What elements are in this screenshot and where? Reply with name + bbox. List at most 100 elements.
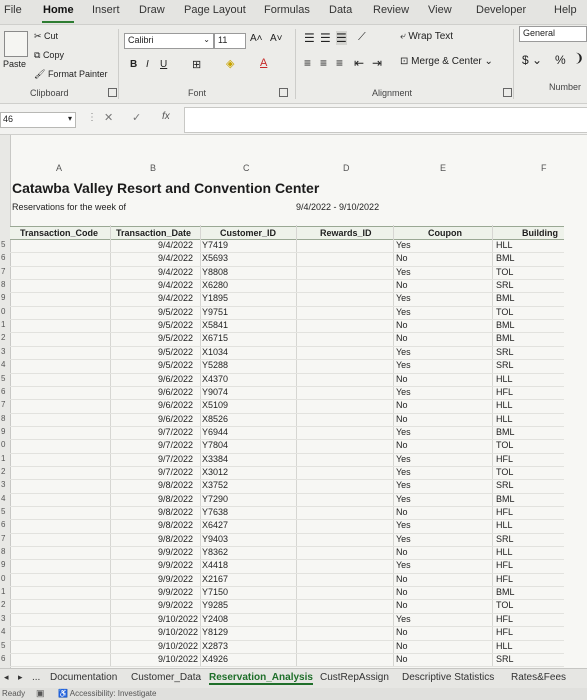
cell-transaction-date[interactable]: 9/4/2022	[158, 280, 193, 290]
cell-customer-id[interactable]: Y7419	[202, 240, 228, 250]
cell-transaction-date[interactable]: 9/6/2022	[158, 400, 193, 410]
cell-transaction-date[interactable]: 9/4/2022	[158, 293, 193, 303]
cell-coupon[interactable]: Yes	[396, 454, 411, 464]
cell-coupon[interactable]: No	[396, 414, 408, 424]
row-number[interactable]: 6	[1, 387, 5, 396]
cell-customer-id[interactable]: X6427	[202, 520, 228, 530]
row-number[interactable]: 1	[1, 454, 5, 463]
header-rewards-id[interactable]: Rewards_ID	[320, 228, 372, 238]
tab-reservation-analysis[interactable]: Reservation_Analysis	[209, 672, 313, 685]
cell-customer-id[interactable]: X2167	[202, 574, 228, 584]
cell-building[interactable]: HLL	[496, 414, 513, 424]
align-middle-icon[interactable]: ☰	[320, 31, 331, 45]
row-number[interactable]: 8	[1, 414, 5, 423]
cell-coupon[interactable]: No	[396, 641, 408, 651]
cell-building[interactable]: TOL	[496, 600, 513, 610]
fill-color-icon[interactable]: ◈	[226, 57, 234, 70]
menu-file[interactable]: File	[4, 4, 22, 16]
cell-customer-id[interactable]: Y7290	[202, 494, 228, 504]
bold-icon[interactable]: B	[130, 59, 137, 70]
row-number[interactable]: 2	[1, 600, 5, 609]
underline-icon[interactable]: U	[160, 59, 167, 70]
cell-building[interactable]: TOL	[496, 440, 513, 450]
row-number[interactable]: 0	[1, 440, 5, 449]
cell-coupon[interactable]: Yes	[396, 494, 411, 504]
cell-customer-id[interactable]: Y8362	[202, 547, 228, 557]
cell-customer-id[interactable]: X6715	[202, 333, 228, 343]
cell-building[interactable]: TOL	[496, 267, 513, 277]
cell-coupon[interactable]: No	[396, 587, 408, 597]
sheet-title[interactable]: Catawba Valley Resort and Convention Cen…	[12, 180, 319, 196]
cell-transaction-date[interactable]: 9/10/2022	[158, 641, 198, 651]
menu-view[interactable]: View	[428, 4, 452, 16]
tab-scroll-left-icon[interactable]: ◂	[4, 672, 9, 683]
font-name-select[interactable]: Calibri ⌄	[124, 33, 214, 49]
tab-descriptive-statistics[interactable]: Descriptive Statistics	[402, 672, 494, 683]
menu-draw[interactable]: Draw	[139, 4, 165, 16]
cell-transaction-date[interactable]: 9/7/2022	[158, 427, 193, 437]
cell-customer-id[interactable]: Y8808	[202, 267, 228, 277]
italic-icon[interactable]: I	[146, 59, 149, 70]
cell-customer-id[interactable]: Y9285	[202, 600, 228, 610]
function-icon[interactable]: fx	[162, 111, 170, 122]
row-number[interactable]: 3	[1, 480, 5, 489]
cell-building[interactable]: SRL	[496, 654, 514, 664]
row-number[interactable]: 3	[1, 347, 5, 356]
cell-customer-id[interactable]: Y2408	[202, 614, 228, 624]
cell-customer-id[interactable]: Y9074	[202, 387, 228, 397]
clipboard-launcher-icon[interactable]	[108, 88, 117, 97]
menu-home[interactable]: Home	[43, 4, 74, 16]
cell-transaction-date[interactable]: 9/10/2022	[158, 614, 198, 624]
cell-building[interactable]: BML	[496, 253, 515, 263]
cell-building[interactable]: SRL	[496, 360, 514, 370]
cell-customer-id[interactable]: Y9751	[202, 307, 228, 317]
cell-customer-id[interactable]: Y7804	[202, 440, 228, 450]
spreadsheet-grid[interactable]: A B C D E F Catawba Valley Resort and Co…	[0, 135, 587, 668]
cell-transaction-date[interactable]: 9/6/2022	[158, 374, 193, 384]
cell-transaction-date[interactable]: 9/9/2022	[158, 560, 193, 570]
header-transaction-date[interactable]: Transaction_Date	[116, 228, 191, 238]
row-number[interactable]: 2	[1, 467, 5, 476]
column-header-e[interactable]: E	[440, 163, 446, 173]
font-launcher-icon[interactable]	[279, 88, 288, 97]
cell-transaction-date[interactable]: 9/7/2022	[158, 454, 193, 464]
paste-button[interactable]: Paste	[3, 59, 26, 69]
cell-customer-id[interactable]: Y9403	[202, 534, 228, 544]
cell-transaction-date[interactable]: 9/10/2022	[158, 654, 198, 664]
menu-help[interactable]: Help	[554, 4, 577, 16]
column-header-b[interactable]: B	[150, 163, 156, 173]
row-number[interactable]: 1	[1, 587, 5, 596]
tab-rates-fees[interactable]: Rates&Fees	[511, 672, 566, 683]
merge-center-button[interactable]: ⊡ Merge & Center ⌄	[400, 56, 493, 67]
date-range[interactable]: 9/4/2022 - 9/10/2022	[296, 202, 379, 212]
cell-transaction-date[interactable]: 9/7/2022	[158, 440, 193, 450]
cell-coupon[interactable]: No	[396, 627, 408, 637]
cell-coupon[interactable]: Yes	[396, 480, 411, 490]
cell-coupon[interactable]: Yes	[396, 240, 411, 250]
align-right-icon[interactable]: ≡	[336, 56, 343, 70]
cell-customer-id[interactable]: X6280	[202, 280, 228, 290]
font-color-icon[interactable]: A	[260, 57, 267, 69]
align-center-icon[interactable]: ≡	[320, 56, 327, 70]
row-number[interactable]: 6	[1, 520, 5, 529]
cell-building[interactable]: BML	[496, 333, 515, 343]
cell-customer-id[interactable]: Y7638	[202, 507, 228, 517]
row-number[interactable]: 5	[1, 641, 5, 650]
cell-customer-id[interactable]: X5841	[202, 320, 228, 330]
cell-building[interactable]: BML	[496, 293, 515, 303]
cell-customer-id[interactable]: X2873	[202, 641, 228, 651]
cell-coupon[interactable]: Yes	[396, 267, 411, 277]
cell-building[interactable]: HFL	[496, 627, 513, 637]
cell-coupon[interactable]: No	[396, 280, 408, 290]
cell-transaction-date[interactable]: 9/8/2022	[158, 480, 193, 490]
cell-building[interactable]: SRL	[496, 534, 514, 544]
cell-coupon[interactable]: No	[396, 600, 408, 610]
cell-coupon[interactable]: No	[396, 574, 408, 584]
cell-customer-id[interactable]: X3752	[202, 480, 228, 490]
cell-transaction-date[interactable]: 9/4/2022	[158, 267, 193, 277]
cell-transaction-date[interactable]: 9/5/2022	[158, 320, 193, 330]
cell-transaction-date[interactable]: 9/8/2022	[158, 534, 193, 544]
cell-building[interactable]: HLL	[496, 520, 513, 530]
formula-input[interactable]	[184, 107, 587, 133]
percent-button[interactable]: %	[555, 53, 566, 67]
